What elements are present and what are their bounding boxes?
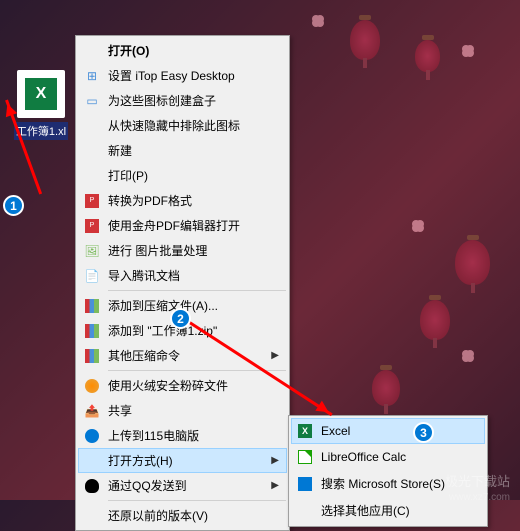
context-menu: 打开(O) ⊞ 设置 iTop Easy Desktop ▭ 为这些图标创建盒子… <box>75 35 290 531</box>
menu-new[interactable]: 新建 <box>78 138 287 163</box>
menu-label: 转换为PDF格式 <box>108 192 279 209</box>
menu-exclude-hide[interactable]: 从快速隐藏中排除此图标 <box>78 113 287 138</box>
blank-icon <box>82 508 102 524</box>
menu-label: 为这些图标创建盒子 <box>108 92 279 109</box>
submenu-arrow-icon: ▶ <box>271 455 279 466</box>
menu-label: 使用金舟PDF编辑器打开 <box>108 217 279 234</box>
excel-icon: X <box>295 423 315 439</box>
pdf-icon: P <box>82 193 102 209</box>
menu-label: 进行 图片批量处理 <box>108 242 279 259</box>
submenu-excel[interactable]: X Excel <box>291 418 485 444</box>
menu-label: 通过QQ发送到 <box>108 477 267 494</box>
annotation-badge-3: 3 <box>413 422 434 443</box>
menu-label: 新建 <box>108 142 279 159</box>
menu-open-with[interactable]: 打开方式(H) ▶ <box>78 448 287 473</box>
annotation-badge-2: 2 <box>170 308 191 329</box>
menu-label: 打印(P) <box>108 167 279 184</box>
submenu-arrow-icon: ▶ <box>271 350 279 361</box>
menu-separator <box>108 500 286 501</box>
menu-label: 从快速隐藏中排除此图标 <box>108 117 279 134</box>
menu-label: 上传到115电脑版 <box>108 427 279 444</box>
menu-tencent-doc[interactable]: 📄 导入腾讯文档 <box>78 263 287 288</box>
annotation-badge-1: 1 <box>3 195 24 216</box>
menu-label: 选择其他应用(C) <box>321 502 477 519</box>
menu-huorong-shred[interactable]: 使用火绒安全粉碎文件 <box>78 373 287 398</box>
menu-label: 使用火绒安全粉碎文件 <box>108 377 279 394</box>
menu-itop[interactable]: ⊞ 设置 iTop Easy Desktop <box>78 63 287 88</box>
menu-print[interactable]: 打印(P) <box>78 163 287 188</box>
menu-label: 打开方式(H) <box>108 452 267 469</box>
menu-label: 设置 iTop Easy Desktop <box>108 67 279 84</box>
box-icon: ▭ <box>82 93 102 109</box>
pdf-editor-icon: P <box>82 218 102 234</box>
ms-store-icon <box>295 476 315 492</box>
blank-icon <box>295 503 315 519</box>
menu-upload-115[interactable]: 上传到115电脑版 <box>78 423 287 448</box>
menu-label: 共享 <box>108 402 279 419</box>
menu-restore-version[interactable]: 还原以前的版本(V) <box>78 503 287 528</box>
blank-icon <box>82 168 102 184</box>
itop-icon: ⊞ <box>82 68 102 84</box>
menu-to-pdf[interactable]: P 转换为PDF格式 <box>78 188 287 213</box>
menu-label: 导入腾讯文档 <box>108 267 279 284</box>
menu-create-box[interactable]: ▭ 为这些图标创建盒子 <box>78 88 287 113</box>
menu-label: 打开(O) <box>108 42 279 59</box>
blank-icon <box>82 143 102 159</box>
submenu-arrow-icon: ▶ <box>271 480 279 491</box>
blank-icon <box>82 118 102 134</box>
tencent-doc-icon: 📄 <box>82 268 102 284</box>
blank-icon <box>82 453 102 469</box>
books-icon <box>82 323 102 339</box>
menu-label: 还原以前的版本(V) <box>108 507 279 524</box>
desktop-file-icon[interactable]: X 工作簿1.xl <box>10 70 72 140</box>
submenu-libreoffice[interactable]: LibreOffice Calc <box>291 444 485 470</box>
libreoffice-icon <box>295 449 315 465</box>
menu-label: LibreOffice Calc <box>321 450 477 464</box>
books-icon <box>82 298 102 314</box>
books-icon <box>82 348 102 364</box>
excel-file-icon: X <box>17 70 65 118</box>
menu-share[interactable]: 📤 共享 <box>78 398 287 423</box>
menu-qq-send[interactable]: 通过QQ发送到 ▶ <box>78 473 287 498</box>
menu-jinzhou-pdf[interactable]: P 使用金舟PDF编辑器打开 <box>78 213 287 238</box>
menu-separator <box>108 290 286 291</box>
share-icon: 📤 <box>82 403 102 419</box>
qq-icon <box>82 478 102 494</box>
watermark-url: www.xz7.com <box>449 492 510 503</box>
image-batch-icon: 🖼 <box>82 243 102 259</box>
menu-batch-img[interactable]: 🖼 进行 图片批量处理 <box>78 238 287 263</box>
desktop-file-label: 工作簿1.xl <box>14 122 68 140</box>
menu-label: Excel <box>321 424 477 438</box>
watermark-text: 极光下载站 <box>445 471 510 490</box>
115-icon <box>82 428 102 444</box>
blank-icon <box>82 43 102 59</box>
menu-label: 添加到压缩文件(A)... <box>108 297 279 314</box>
menu-open[interactable]: 打开(O) <box>78 38 287 63</box>
huorong-icon <box>82 378 102 394</box>
